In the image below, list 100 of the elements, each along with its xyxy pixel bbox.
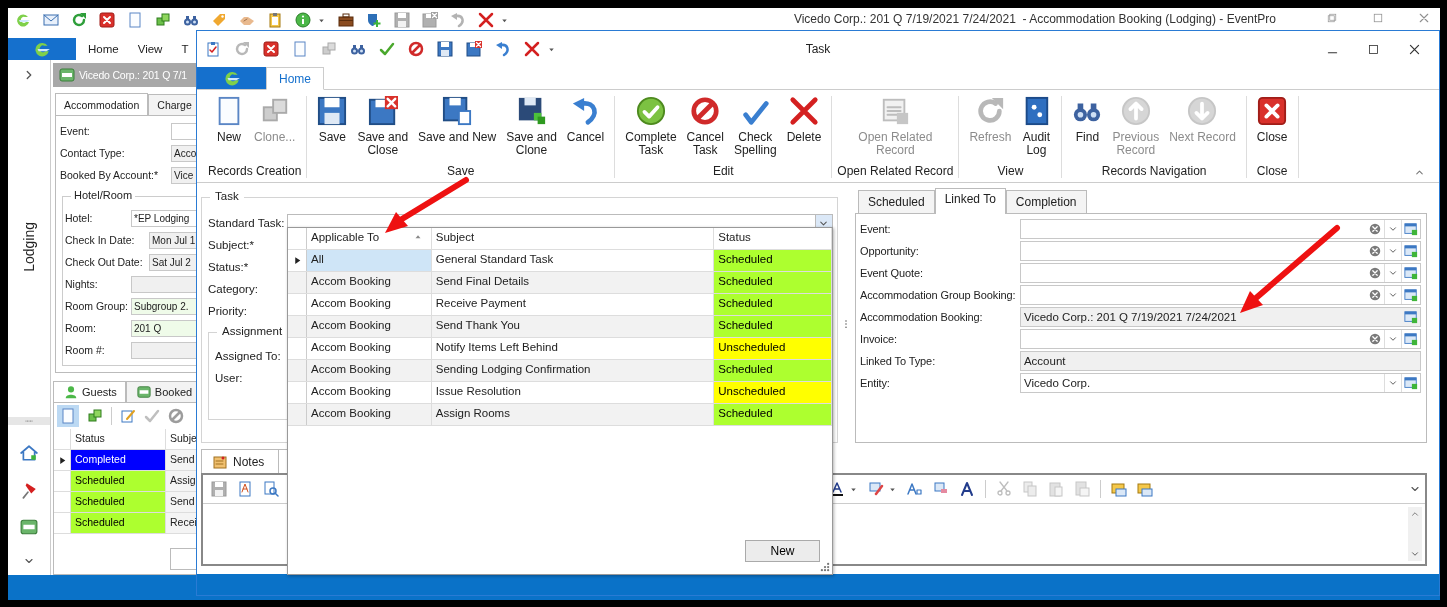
table-cell[interactable]: Accom Booking xyxy=(307,338,432,359)
table-cell[interactable]: Accom Booking xyxy=(307,316,432,337)
tab[interactable]: Guests xyxy=(53,381,126,402)
input-field[interactable]: Vicedo Corp.: 201 Q 7/19/2021 7/24/2021 xyxy=(1019,307,1421,327)
table-cell[interactable]: Accom Booking xyxy=(307,404,432,425)
close-icon[interactable] xyxy=(1408,42,1421,56)
briefcase-icon[interactable] xyxy=(338,12,354,28)
shield-icon[interactable] xyxy=(366,12,382,28)
ribbon-button[interactable]: Find xyxy=(1067,96,1108,164)
grid-icon[interactable] xyxy=(1404,266,1418,280)
info-icon[interactable] xyxy=(295,12,311,28)
ribbon-button[interactable]: Delete xyxy=(781,96,827,164)
ribbon-button[interactable]: Cancel xyxy=(561,96,610,164)
status-cell[interactable]: Scheduled xyxy=(714,316,832,337)
field-icon[interactable] xyxy=(1111,481,1127,497)
clipboard-icon[interactable] xyxy=(267,12,283,28)
tab[interactable]: Booked xyxy=(125,381,197,402)
ribbon-button[interactable]: Cancel Task xyxy=(681,96,729,164)
table-cell[interactable]: Accom Booking xyxy=(307,272,432,293)
search-icon[interactable] xyxy=(263,481,279,497)
input-field[interactable] xyxy=(1019,263,1421,283)
tag-icon[interactable] xyxy=(211,12,227,28)
tab[interactable]: Accommodation xyxy=(55,93,149,115)
grid-icon[interactable] xyxy=(1404,332,1418,346)
undo-icon[interactable] xyxy=(495,41,511,57)
status-cell[interactable]: Scheduled xyxy=(714,272,832,293)
clear-icon[interactable] xyxy=(1368,332,1382,346)
clear-icon[interactable] xyxy=(1368,222,1382,236)
input-field[interactable] xyxy=(171,122,197,140)
status-cell[interactable]: Unscheduled xyxy=(714,382,832,403)
save-close-icon[interactable] xyxy=(422,12,438,28)
clear-icon[interactable] xyxy=(1368,288,1382,302)
input-field[interactable] xyxy=(1019,219,1421,239)
status-cell[interactable]: Scheduled xyxy=(714,250,832,271)
grid-icon[interactable] xyxy=(1404,222,1418,236)
app-menu-button[interactable] xyxy=(197,67,266,89)
input-field[interactable]: Acco xyxy=(171,144,197,162)
input-field[interactable] xyxy=(1019,285,1421,305)
table-cell[interactable]: All xyxy=(307,250,432,271)
cross-icon[interactable] xyxy=(478,12,494,28)
text-document-icon[interactable] xyxy=(237,481,253,497)
tab[interactable]: Linked To xyxy=(934,188,1006,214)
input-field[interactable]: Subgroup 2. xyxy=(131,297,197,315)
grid-icon[interactable] xyxy=(1404,288,1418,302)
ribbon-button[interactable]: Audit Log xyxy=(1016,96,1057,164)
stop-icon[interactable] xyxy=(408,41,424,57)
ribbon-tab[interactable]: View xyxy=(137,38,163,60)
cubes-icon[interactable] xyxy=(321,41,337,57)
undo-icon[interactable] xyxy=(450,12,466,28)
input-field[interactable]: Sat Jul 2 xyxy=(149,253,197,271)
check-icon[interactable] xyxy=(144,408,160,424)
ribbon-tab[interactable]: Home xyxy=(266,67,324,90)
table-cell[interactable]: Accom Booking xyxy=(307,294,432,315)
ribbon-button[interactable]: New xyxy=(209,96,249,164)
grid-icon[interactable] xyxy=(1404,376,1418,390)
status-cell[interactable]: Unscheduled xyxy=(714,338,832,359)
ribbon-tab[interactable]: T xyxy=(181,38,189,60)
status-cell[interactable]: Scheduled xyxy=(714,404,832,425)
edit-icon[interactable] xyxy=(120,408,136,424)
column-header[interactable]: Subject xyxy=(431,228,715,249)
chevron-down-icon[interactable] xyxy=(1388,224,1398,234)
input-field[interactable] xyxy=(1019,329,1421,349)
pin-icon[interactable] xyxy=(20,481,38,499)
font-icon[interactable] xyxy=(959,481,975,497)
input-field[interactable]: Vice xyxy=(171,166,197,184)
tab[interactable]: Notes xyxy=(201,449,280,473)
bed-icon[interactable] xyxy=(20,518,38,536)
grid-icon[interactable] xyxy=(1404,244,1418,258)
cubes-icon[interactable] xyxy=(155,12,171,28)
new-button[interactable]: New xyxy=(745,540,820,562)
maximize-icon[interactable] xyxy=(1367,42,1380,56)
restore-icon[interactable] xyxy=(1326,12,1338,24)
save-icon[interactable] xyxy=(437,41,453,57)
mail-icon[interactable] xyxy=(43,12,59,28)
ribbon-button[interactable]: Save xyxy=(312,96,353,164)
chevron-down-icon[interactable] xyxy=(1388,334,1398,344)
tab[interactable]: Charge xyxy=(148,94,197,115)
stop-icon[interactable] xyxy=(168,408,184,424)
status-cell[interactable]: Scheduled xyxy=(714,360,832,381)
input-field[interactable] xyxy=(1019,241,1421,261)
table-cell[interactable]: Accom Booking xyxy=(307,360,432,381)
cubes-icon[interactable] xyxy=(87,408,103,424)
clear-icon[interactable] xyxy=(1368,244,1382,258)
table-cell[interactable]: Accom Booking xyxy=(307,382,432,403)
ribbon-button[interactable]: Complete Task xyxy=(620,96,682,164)
input-field[interactable] xyxy=(131,275,197,293)
grid-icon[interactable] xyxy=(1404,310,1418,324)
app-menu-button[interactable] xyxy=(8,38,76,60)
check-icon[interactable] xyxy=(379,41,395,57)
tab[interactable]: Scheduled xyxy=(857,190,935,213)
chevron-down-icon[interactable] xyxy=(1388,246,1398,256)
font-size-icon[interactable] xyxy=(907,481,923,497)
input-field[interactable]: Vicedo Corp. xyxy=(1019,373,1421,393)
close-icon[interactable] xyxy=(263,41,279,57)
field-icon[interactable] xyxy=(1137,481,1153,497)
input-field[interactable]: 201 Q xyxy=(131,319,197,337)
ribbon-button[interactable]: Check Spelling xyxy=(728,96,782,164)
ribbon-button[interactable]: Save and Close xyxy=(352,96,414,164)
status-cell[interactable]: Scheduled xyxy=(714,294,832,315)
input-field[interactable]: Account xyxy=(1019,351,1421,371)
